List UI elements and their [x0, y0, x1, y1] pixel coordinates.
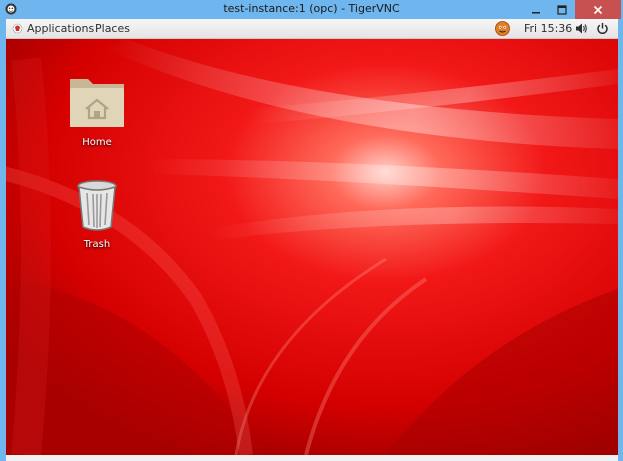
bottom-strip [6, 455, 618, 461]
close-button[interactable] [575, 0, 621, 19]
maximize-button[interactable] [549, 0, 575, 19]
desktop[interactable]: Home Trash [6, 39, 618, 455]
volume-icon[interactable] [575, 22, 588, 35]
desktop-icon-label: Home [82, 137, 112, 148]
power-icon[interactable] [596, 22, 609, 35]
trash-icon [77, 180, 117, 231]
window-titlebar[interactable]: test-instance:1 (opc) - TigerVNC [0, 0, 623, 19]
window-border-right [618, 19, 623, 461]
desktop-icon-trash[interactable]: Trash [62, 179, 132, 250]
minimize-icon [532, 11, 540, 13]
gnome-top-panel: Applications Places Fri 15:36 [6, 19, 618, 39]
maximize-icon [557, 4, 567, 15]
update-notifier-icon[interactable] [495, 21, 510, 36]
places-menu[interactable]: Places [95, 22, 130, 35]
home-folder-icon [70, 79, 124, 127]
applications-menu-icon [12, 23, 23, 34]
applications-menu-label: Applications [27, 22, 95, 35]
desktop-icon-home[interactable]: Home [62, 71, 132, 148]
desktop-icon-label: Trash [83, 239, 111, 250]
clock[interactable]: Fri 15:36 [524, 22, 572, 35]
close-icon [593, 5, 603, 14]
applications-menu[interactable]: Applications [12, 22, 94, 35]
minimize-button[interactable] [523, 0, 549, 19]
